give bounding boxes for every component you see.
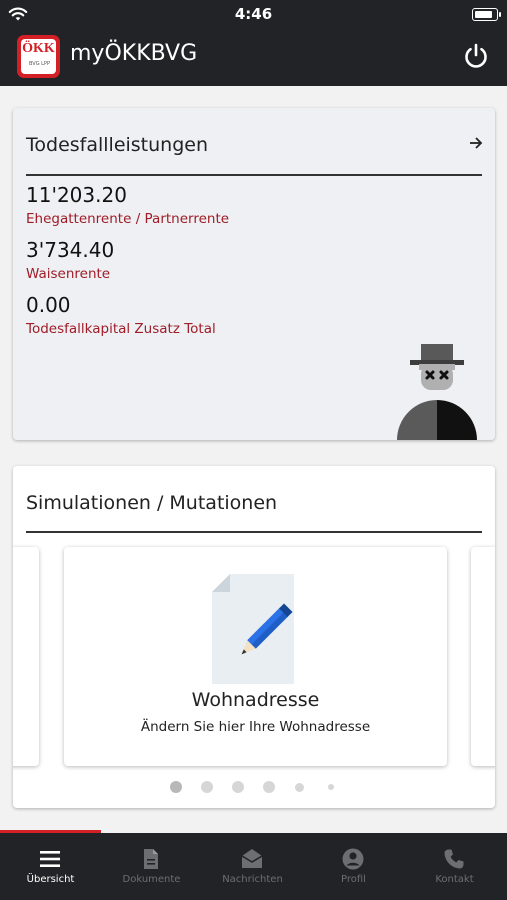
carousel-slide-previous[interactable] (13, 547, 39, 766)
card-title: Todesfallleistungen (26, 134, 209, 156)
tab-dokumente[interactable]: Dokumente (101, 833, 202, 900)
pager-dot[interactable] (263, 781, 275, 793)
okk-logo: ÖKK BVG LPP (17, 35, 60, 78)
carousel-slide-next[interactable] (471, 547, 495, 766)
tab-label: Profil (341, 874, 366, 885)
battery-fill (475, 11, 492, 18)
title-divider (26, 531, 482, 533)
status-bar: 4:46 (0, 0, 507, 30)
pager-dot[interactable] (232, 781, 244, 793)
document-pencil-icon (212, 574, 294, 684)
death-capital-label: Todesfallkapital Zusatz Total (26, 321, 216, 337)
app-header: ÖKK BVG LPP myÖKKBVG (0, 30, 507, 86)
tab-label: Kontakt (435, 874, 474, 885)
logo-text: ÖKK (22, 41, 55, 56)
menu-icon (40, 851, 60, 867)
tab-kontakt[interactable]: Kontakt (404, 833, 505, 900)
tab-uebersicht[interactable]: Übersicht (0, 833, 101, 900)
tab-label: Nachrichten (222, 874, 283, 885)
pager-dot[interactable] (201, 781, 213, 793)
card-title: Simulationen / Mutationen (26, 492, 278, 514)
title-divider (26, 174, 482, 176)
carousel-pager (13, 780, 495, 794)
tab-label: Dokumente (122, 874, 181, 885)
bottom-tab-bar: Übersicht Dokumente Nachrichten Profil K… (0, 833, 507, 900)
death-benefits-card[interactable]: Todesfallleistungen 11'203.20 Ehegattenr… (13, 108, 495, 440)
tab-profil[interactable]: Profil (303, 833, 404, 900)
app-title: myÖKKBVG (70, 41, 198, 66)
arrow-right-icon[interactable] (469, 136, 483, 150)
phone-icon (444, 849, 464, 869)
orphan-pension-label: Waisenrente (26, 266, 111, 282)
document-icon (144, 849, 158, 869)
pager-dot[interactable] (170, 781, 182, 793)
tab-nachrichten[interactable]: Nachrichten (202, 833, 303, 900)
simulations-card: Simulationen / Mutationen Wohnadresse Än… (13, 466, 495, 808)
pager-dot[interactable] (328, 784, 334, 790)
pager-dot[interactable] (295, 782, 304, 792)
mail-icon (241, 849, 263, 868)
deceased-figure-illustration (397, 344, 477, 440)
partner-pension-label: Ehegattenrente / Partnerrente (26, 211, 230, 227)
death-capital-amount: 0.00 (26, 293, 71, 317)
orphan-pension-amount: 3'734.40 (26, 238, 115, 262)
profile-icon (342, 848, 364, 870)
power-icon[interactable] (462, 42, 490, 70)
partner-pension-amount: 11'203.20 (26, 183, 127, 207)
status-time: 4:46 (234, 5, 273, 23)
slide-title: Wohnadresse (191, 689, 320, 711)
carousel-slide-wohnadresse[interactable]: Wohnadresse Ändern Sie hier Ihre Wohnadr… (64, 547, 447, 766)
tab-label: Übersicht (26, 874, 75, 885)
slide-subtitle: Ändern Sie hier Ihre Wohnadresse (140, 719, 371, 735)
battery-icon (472, 8, 501, 21)
logo-subtext: BVG LPP (29, 61, 50, 67)
